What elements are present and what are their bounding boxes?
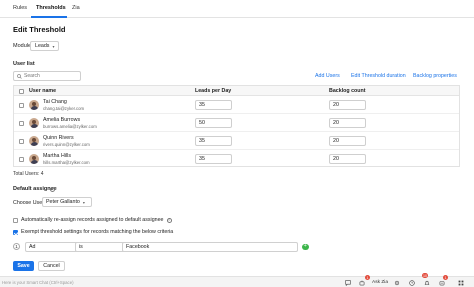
- module-select[interactable]: Leads ▾: [30, 41, 60, 51]
- user-email: chang.tai@zyker.com: [43, 106, 85, 111]
- user-name: Quinn Rivers: [43, 135, 74, 141]
- save-button[interactable]: Save: [13, 261, 34, 271]
- add-criteria-icon[interactable]: +: [302, 243, 309, 250]
- backlog-count-input[interactable]: 20: [329, 117, 366, 128]
- user-list-heading: User list: [13, 61, 35, 67]
- table-row: Amelia Burrows burrows.amelia@zylker.com…: [14, 114, 459, 132]
- tab-bar: Rules Thresholds Zia: [0, 0, 474, 18]
- notification-badge: 10: [422, 273, 428, 278]
- backlog-count-input[interactable]: 20: [329, 153, 366, 164]
- auto-reassign-checkbox[interactable]: [13, 217, 18, 223]
- user-email: rivers.quinn@zylker.com: [43, 142, 90, 147]
- ask-zia-button[interactable]: Ask Zia: [372, 280, 388, 285]
- auto-reassign-label: Automatically re-assign records assigned…: [21, 217, 164, 223]
- user-name: Amelia Burrows: [43, 117, 81, 123]
- total-users: Total Users: 4: [13, 171, 44, 177]
- avatar: [29, 154, 39, 164]
- user-email: hills.martha@zylker.com: [43, 160, 90, 165]
- backlog-properties-link[interactable]: Backlog properties: [413, 73, 457, 79]
- search-icon: [17, 73, 22, 79]
- criteria-field-value: Ad: [29, 244, 36, 250]
- notification-badge: 1: [443, 275, 448, 280]
- tab-zia[interactable]: Zia: [72, 5, 80, 11]
- help-icon[interactable]: ?: [50, 186, 55, 192]
- search-box[interactable]: [13, 71, 81, 81]
- row-checkbox[interactable]: [19, 156, 24, 162]
- page-title: Edit Threshold: [13, 25, 66, 34]
- table-header: User name Leads per Day Backlog count: [14, 86, 459, 96]
- criteria-value-input[interactable]: Facebook: [122, 242, 298, 252]
- criteria-number: 1: [13, 243, 20, 250]
- leads-per-day-input[interactable]: 50: [195, 117, 232, 128]
- settings-icon[interactable]: [393, 279, 400, 286]
- chevron-down-icon: ▾: [52, 43, 55, 49]
- criteria-operator-value: is: [79, 244, 83, 250]
- avatar: [29, 100, 39, 110]
- cancel-button[interactable]: Cancel: [38, 261, 65, 271]
- avatar: [29, 118, 39, 128]
- user-table: User name Leads per Day Backlog count Ta…: [13, 85, 460, 167]
- choose-user-select[interactable]: Peter Gallanto ▾: [42, 197, 92, 207]
- leads-per-day-input[interactable]: 35: [195, 153, 232, 164]
- module-label: Module: [13, 43, 32, 49]
- chevron-down-icon: ▾: [82, 199, 85, 205]
- row-checkbox[interactable]: [19, 120, 24, 126]
- user-email: burrows.amelia@zylker.com: [43, 124, 97, 129]
- chat-icon[interactable]: [344, 279, 351, 286]
- leads-per-day-input[interactable]: 35: [195, 135, 232, 146]
- notification-badge: 1: [365, 275, 370, 280]
- module-value: Leads: [35, 43, 50, 49]
- info-icon[interactable]: i: [166, 217, 172, 223]
- user-name: Martha Hills: [43, 153, 71, 159]
- table-row: Quinn Rivers rivers.quinn@zylker.com 35 …: [14, 132, 459, 150]
- backlog-count-input[interactable]: 20: [329, 99, 366, 110]
- grid-icon[interactable]: [457, 279, 464, 286]
- bot-face-icon[interactable]: [438, 279, 445, 286]
- table-row: Martha Hills hills.martha@zylker.com 35 …: [14, 150, 459, 168]
- tab-thresholds[interactable]: Thresholds: [36, 5, 66, 11]
- user-name: Tai Chang: [43, 99, 67, 105]
- criteria-value: Facebook: [126, 244, 150, 250]
- search-input[interactable]: [24, 73, 80, 79]
- backlog-count-input[interactable]: 20: [329, 135, 366, 146]
- row-checkbox[interactable]: [19, 138, 24, 144]
- column-header-user-name: User name: [29, 88, 57, 94]
- choose-user-value: Peter Gallanto: [46, 199, 80, 205]
- active-tab-indicator: [31, 16, 67, 18]
- smart-chat-input[interactable]: Here is your Smart Chat (Ctrl+Space): [2, 280, 74, 285]
- add-users-link[interactable]: Add Users: [315, 73, 340, 79]
- bell-icon[interactable]: [423, 279, 430, 286]
- table-row: Tai Chang chang.tai@zyker.com 35 20: [14, 96, 459, 114]
- clock-icon[interactable]: [408, 279, 415, 286]
- avatar: [29, 136, 39, 146]
- auto-reassign-option: Automatically re-assign records assigned…: [13, 217, 172, 223]
- select-all-checkbox[interactable]: [19, 88, 24, 94]
- bot-icon[interactable]: [358, 279, 365, 286]
- edit-threshold-duration-link[interactable]: Edit Threshold duration: [351, 73, 406, 79]
- choose-user-label: Choose User: [13, 200, 44, 206]
- row-checkbox[interactable]: [19, 102, 24, 108]
- exempt-checkbox[interactable]: [13, 229, 18, 235]
- exempt-label: Exempt threshold settings for records ma…: [21, 229, 174, 235]
- leads-per-day-input[interactable]: 35: [195, 99, 232, 110]
- tab-rules[interactable]: Rules: [13, 5, 27, 11]
- criteria-row: 1 Ad ▾ is ▾ Facebook +: [13, 242, 460, 252]
- exempt-option: Exempt threshold settings for records ma…: [13, 229, 173, 235]
- bottom-bar: Here is your Smart Chat (Ctrl+Space) 1 A…: [0, 273, 474, 287]
- column-header-backlog-count: Backlog count: [329, 88, 366, 94]
- column-header-leads-per-day: Leads per Day: [195, 88, 232, 94]
